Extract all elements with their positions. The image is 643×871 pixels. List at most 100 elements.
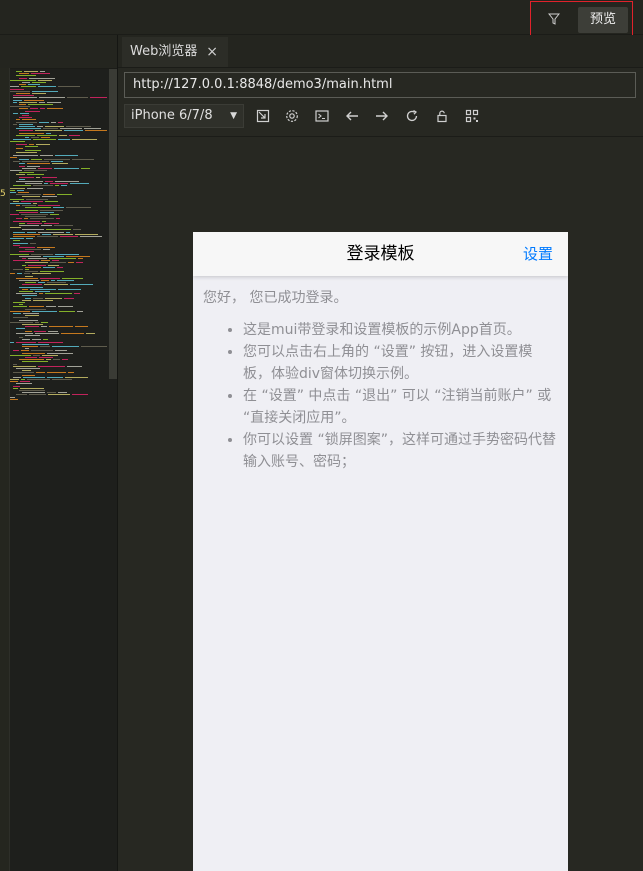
minimap-code-line xyxy=(70,183,89,185)
minimap-code-line xyxy=(57,194,72,196)
minimap-code-line xyxy=(72,159,94,160)
phone-viewport[interactable]: 登录模板 设置 您好， 您已成功登录。 这是mui带登录和设置模板的示例App首… xyxy=(193,232,568,871)
tab-web-browser[interactable]: Web浏览器 × xyxy=(122,37,228,67)
minimap-code-line xyxy=(60,128,82,130)
minimap-code-line xyxy=(41,225,52,226)
device-select[interactable]: iPhone 6/7/8 ▼ xyxy=(124,104,244,128)
minimap-code-line xyxy=(51,121,56,123)
browser-toolbar: iPhone 6/7/8 ▼ xyxy=(124,104,636,128)
minimap-code-line xyxy=(35,130,62,132)
minimap-code-line xyxy=(13,244,20,246)
minimap-code-line xyxy=(24,71,38,72)
minimap-code-line xyxy=(19,172,34,174)
minimap-code-line xyxy=(70,284,93,286)
minimap-code-line xyxy=(51,280,55,281)
minimap-code-line xyxy=(45,293,72,295)
minimap-code-line xyxy=(43,339,48,341)
minimap-code-line xyxy=(55,181,79,182)
minimap-code-line xyxy=(30,108,38,110)
settings-link[interactable]: 设置 xyxy=(523,232,553,276)
minimap-code-line xyxy=(22,205,36,207)
minimap-code-line xyxy=(10,310,30,312)
minimap-code-line xyxy=(35,291,50,292)
minimap-code-line xyxy=(29,394,46,396)
ide-window: 预览 5 Web浏览器 × http://127.0.0.1:8848/demo… xyxy=(0,0,643,871)
minimap-code-line xyxy=(19,280,39,281)
minimap-code-line xyxy=(45,200,58,202)
minimap-code-line xyxy=(23,313,39,314)
minimap-code-line xyxy=(25,271,38,273)
qrcode-button[interactable] xyxy=(462,106,482,126)
minimap-code-line xyxy=(24,273,30,275)
filter-icon xyxy=(548,13,560,25)
minimap-code-line xyxy=(55,253,79,255)
minimap-code-line xyxy=(19,291,33,292)
filter-button[interactable] xyxy=(542,7,566,31)
minimap-code-line xyxy=(49,326,73,328)
minimap-code-line xyxy=(22,374,35,376)
settings-button[interactable] xyxy=(282,106,302,126)
minimap-code-line xyxy=(52,260,59,262)
minimap-code-line xyxy=(36,176,40,178)
minimap-code-line xyxy=(13,240,20,242)
minimap-code-line xyxy=(53,359,60,361)
greeting-text: 您好， 您已成功登录。 xyxy=(203,290,348,306)
minimap-code-line xyxy=(39,293,43,295)
minimap-code-line xyxy=(21,86,36,88)
reload-button[interactable] xyxy=(402,106,422,126)
minimap-code-line xyxy=(52,346,79,347)
minimap-code-line xyxy=(10,381,18,383)
lock-button[interactable] xyxy=(432,106,452,126)
minimap-code-line xyxy=(19,108,28,110)
minimap-code-line xyxy=(56,218,60,220)
rotate-screen-button[interactable] xyxy=(253,106,273,126)
minimap-code-line xyxy=(10,238,24,240)
minimap-code-line xyxy=(22,119,36,121)
minimap-code-line xyxy=(16,394,27,396)
minimap-code-line xyxy=(47,352,73,354)
preview-button[interactable]: 预览 xyxy=(578,7,628,33)
minimap-code-line xyxy=(58,288,81,290)
toolbar-divider xyxy=(118,136,643,137)
minimap-code-line xyxy=(90,97,107,99)
minimap-code-line xyxy=(40,346,50,347)
minimap-code-line xyxy=(57,266,63,268)
minimap-code-line xyxy=(22,229,44,231)
code-minimap[interactable] xyxy=(10,71,108,401)
minimap-code-line xyxy=(13,302,25,303)
minimap-code-line xyxy=(25,249,41,251)
minimap-code-line xyxy=(58,121,63,123)
minimap-code-line xyxy=(16,328,25,330)
minimap-code-line xyxy=(58,306,73,308)
minimap-code-line xyxy=(28,84,40,86)
minimap-code-line xyxy=(39,357,53,358)
minimap-code-line xyxy=(24,99,44,101)
minimap-code-line xyxy=(75,233,98,235)
minimap-code-line xyxy=(31,350,53,352)
minimap-code-line xyxy=(66,126,91,127)
minimap-code-line xyxy=(38,365,65,367)
minimap-code-line xyxy=(33,139,56,141)
info-list: 这是mui带登录和设置模板的示例App首页。 您可以点击右上角的 “设置” 按钮… xyxy=(203,319,558,473)
minimap-code-line xyxy=(19,247,35,248)
minimap-code-line xyxy=(13,99,22,101)
minimap-code-line xyxy=(19,286,43,288)
minimap-code-line xyxy=(50,214,59,215)
minimap-code-line xyxy=(25,266,41,268)
minimap-code-line xyxy=(19,132,44,134)
minimap-code-line xyxy=(85,130,107,132)
console-button[interactable] xyxy=(312,106,332,126)
minimap-code-line xyxy=(19,222,25,224)
minimap-code-line xyxy=(13,101,17,103)
minimap-code-line xyxy=(41,260,50,262)
minimap-code-line xyxy=(13,385,20,387)
close-icon[interactable]: × xyxy=(206,37,218,67)
minimap-code-line xyxy=(36,372,45,374)
console-icon xyxy=(315,110,329,122)
minimap-code-line xyxy=(13,97,37,99)
minimap-scrollbar[interactable] xyxy=(109,69,117,379)
forward-button[interactable] xyxy=(372,106,392,126)
minimap-code-line xyxy=(32,273,51,275)
back-button[interactable] xyxy=(342,106,362,126)
url-input[interactable]: http://127.0.0.1:8848/demo3/main.html xyxy=(124,72,636,98)
